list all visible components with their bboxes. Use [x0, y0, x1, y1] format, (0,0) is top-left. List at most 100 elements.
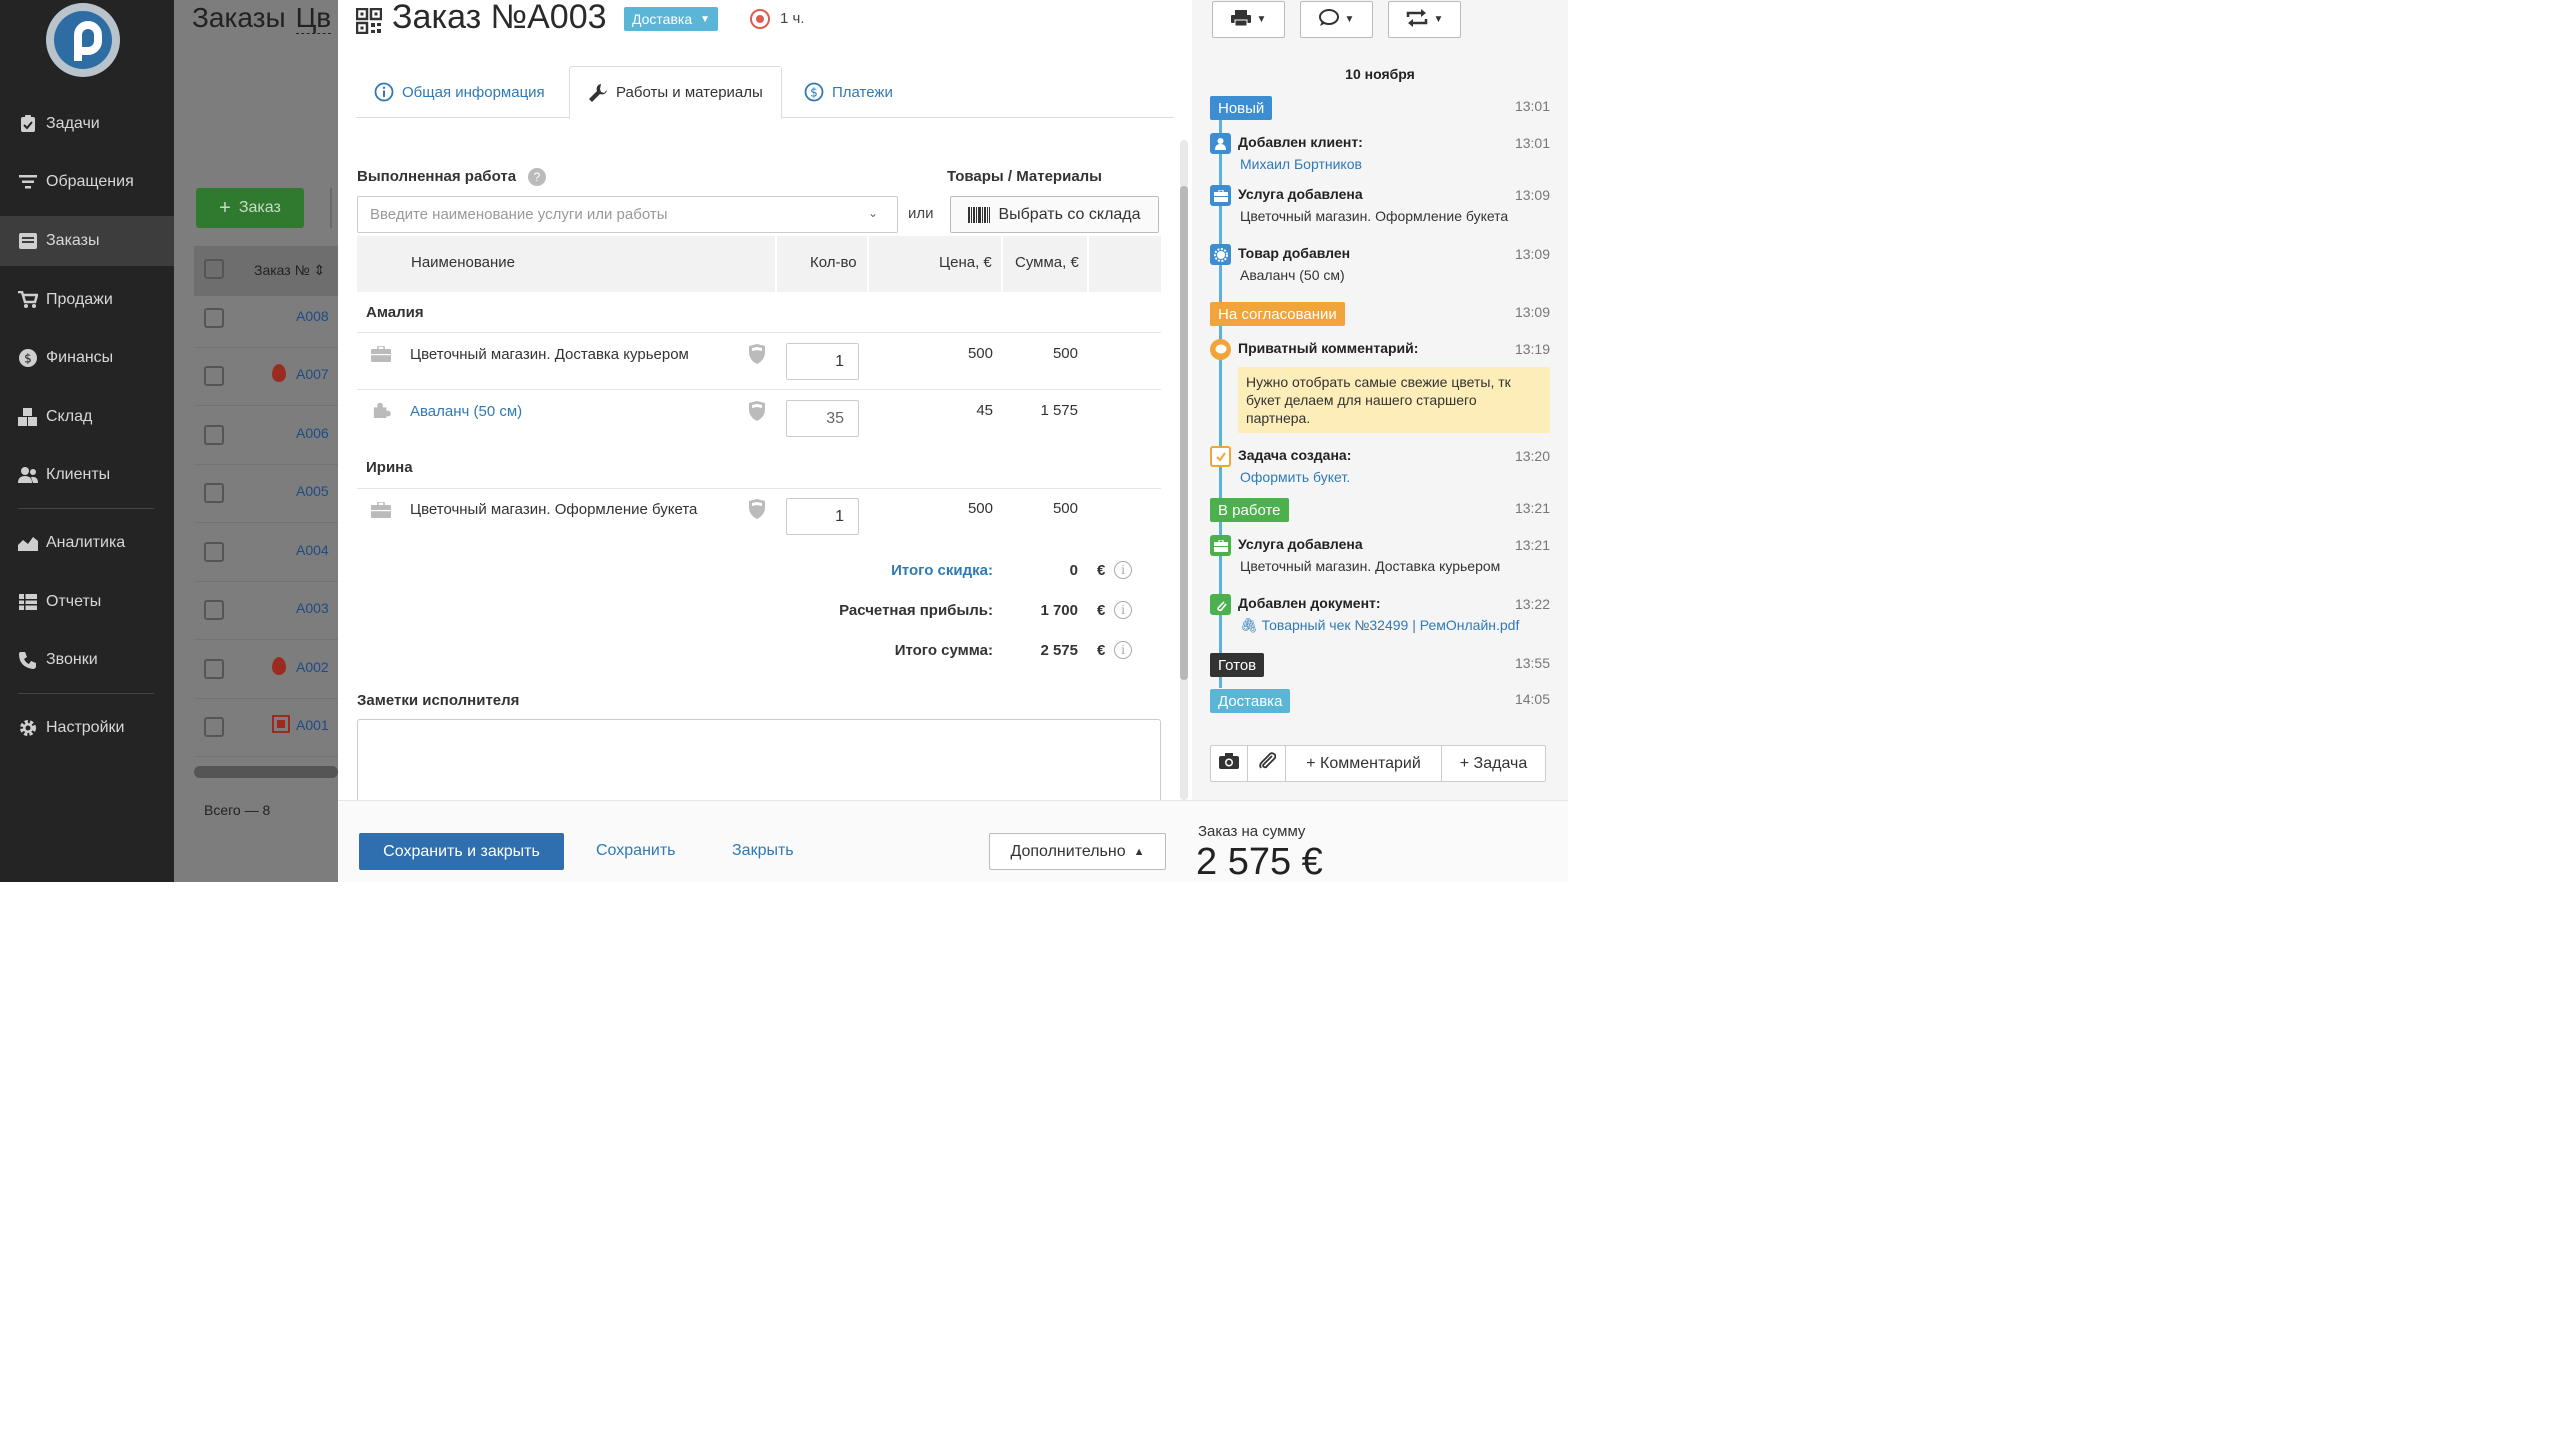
- horizontal-scrollbar[interactable]: [194, 766, 338, 778]
- close-button[interactable]: Закрыть: [732, 842, 794, 860]
- order-title: Заказ №A003: [392, 0, 607, 36]
- info-icon[interactable]: i: [1114, 601, 1132, 619]
- order-number-link[interactable]: A008: [296, 308, 329, 324]
- modal-scrollbar-thumb[interactable]: [1180, 186, 1188, 680]
- table-row[interactable]: A002: [194, 641, 338, 699]
- sidebar-item-label: Звонки: [46, 651, 98, 668]
- table-row[interactable]: A005: [194, 465, 338, 523]
- more-actions-button[interactable]: Дополнительно ▲: [989, 833, 1166, 870]
- document-link[interactable]: 🖇︎ Товарный чек №32499 | РемОнлайн.pdf: [1240, 617, 1519, 634]
- info-icon[interactable]: i: [1114, 561, 1132, 579]
- clipboard-check-icon: [18, 115, 38, 133]
- add-task-button[interactable]: + Задача: [1442, 746, 1545, 781]
- currency-symbol: €: [1097, 642, 1106, 659]
- executor-notes-label: Заметки исполнителя: [357, 692, 520, 709]
- sidebar-item-calls[interactable]: Звонки: [0, 635, 174, 685]
- order-number-link[interactable]: A004: [296, 542, 329, 558]
- tab-general-info[interactable]: Общая информация: [356, 66, 563, 118]
- attach-button[interactable]: [1248, 746, 1286, 781]
- help-icon[interactable]: ?: [528, 168, 546, 186]
- add-comment-button[interactable]: + Комментарий: [1286, 746, 1442, 781]
- message-button[interactable]: ▼: [1300, 1, 1373, 38]
- tab-works-materials[interactable]: Работы и материалы: [569, 66, 782, 119]
- qty-input[interactable]: 1: [786, 343, 859, 380]
- sidebar-item-analytics[interactable]: Аналитика: [0, 518, 174, 568]
- column-header-order-number[interactable]: Заказ № ⇕: [254, 262, 325, 279]
- sidebar-item-requests[interactable]: Обращения: [0, 157, 174, 207]
- transfer-button[interactable]: ▼: [1388, 1, 1461, 38]
- row-checkbox[interactable]: [204, 366, 224, 386]
- client-link[interactable]: Михаил Бортников: [1240, 156, 1362, 172]
- flame-icon: [272, 364, 286, 382]
- camera-button[interactable]: [1211, 746, 1248, 781]
- sidebar-item-finance[interactable]: $ Финансы: [0, 333, 174, 383]
- row-checkbox[interactable]: [204, 659, 224, 679]
- total-discount-label[interactable]: Итого скидка:: [891, 562, 993, 579]
- table-row[interactable]: A007: [194, 348, 338, 406]
- event-subtitle: Цветочный магазин. Оформление букета: [1240, 208, 1509, 224]
- sidebar-item-reports[interactable]: Отчеты: [0, 577, 174, 627]
- table-row[interactable]: A008: [194, 290, 338, 348]
- row-checkbox[interactable]: [204, 542, 224, 562]
- order-header: Заказ №A003 Доставка ▼ 1 ч.: [356, 0, 1186, 44]
- chevron-down-icon: ▼: [1433, 14, 1444, 25]
- sidebar-item-warehouse[interactable]: Склад: [0, 392, 174, 442]
- status-badge-delivery: Доставка: [1210, 689, 1291, 713]
- order-number-link[interactable]: A006: [296, 425, 329, 441]
- task-link[interactable]: Оформить букет.: [1240, 469, 1350, 485]
- order-type-dropdown[interactable]: Доставка ▼: [624, 7, 719, 31]
- info-icon[interactable]: i: [1114, 641, 1132, 659]
- qty-input[interactable]: 35: [786, 400, 859, 437]
- group-title: Амалия: [366, 304, 424, 321]
- table-row[interactable]: A003: [194, 582, 338, 640]
- warranty-shield-icon[interactable]: [748, 344, 766, 364]
- group-title: Ирина: [366, 459, 413, 476]
- add-order-button[interactable]: + Заказ: [196, 188, 304, 228]
- tab-payments[interactable]: $ Платежи: [786, 66, 911, 118]
- table-row[interactable]: A004: [194, 524, 338, 582]
- paperclip-icon: 🖇︎: [1240, 617, 1258, 633]
- select-from-stock-button[interactable]: Выбрать со склада: [950, 196, 1159, 233]
- sidebar-item-settings[interactable]: Настройки: [0, 703, 174, 753]
- chevron-down-icon[interactable]: ⌄: [868, 206, 878, 220]
- printer-icon: [1230, 9, 1251, 30]
- qty-input[interactable]: 1: [786, 498, 859, 535]
- event-time: 13:01: [1514, 135, 1550, 151]
- order-number-link[interactable]: A001: [296, 717, 329, 733]
- sidebar-item-label: Финансы: [46, 349, 114, 366]
- timeline-date: 10 ноября: [1345, 66, 1415, 82]
- total-discount-value: 0: [1069, 562, 1078, 579]
- save-button[interactable]: Сохранить: [596, 842, 676, 860]
- executor-notes-textarea[interactable]: [357, 719, 1161, 809]
- warranty-shield-icon[interactable]: [748, 401, 766, 421]
- save-and-close-button[interactable]: Сохранить и закрыть: [359, 833, 564, 870]
- sidebar-item-clients[interactable]: Клиенты: [0, 450, 174, 500]
- event-subtitle: Аваланч (50 см): [1240, 267, 1345, 283]
- column-header-sum: Сумма, €: [1015, 254, 1079, 271]
- svg-text:$: $: [24, 352, 32, 366]
- total-count: Всего — 8: [204, 802, 271, 818]
- row-checkbox[interactable]: [204, 425, 224, 445]
- puzzle-icon: [373, 402, 391, 418]
- warranty-shield-icon[interactable]: [748, 499, 766, 519]
- select-all-checkbox[interactable]: [204, 259, 224, 279]
- logo[interactable]: [46, 3, 120, 77]
- print-button[interactable]: ▼: [1212, 1, 1285, 38]
- qr-code-icon[interactable]: [356, 8, 382, 34]
- order-number-link[interactable]: A003: [296, 600, 329, 616]
- row-checkbox[interactable]: [204, 483, 224, 503]
- service-search-input[interactable]: [357, 196, 898, 233]
- item-name-link[interactable]: Аваланч (50 см): [410, 401, 522, 422]
- sidebar-item-tasks[interactable]: Задачи: [0, 99, 174, 149]
- sidebar-item-orders[interactable]: Заказы: [0, 216, 174, 266]
- sidebar-item-sales[interactable]: Продажи: [0, 275, 174, 325]
- paperclip-icon: [1210, 594, 1231, 615]
- table-row[interactable]: A006: [194, 407, 338, 465]
- table-row[interactable]: A001: [194, 699, 338, 757]
- row-checkbox[interactable]: [204, 717, 224, 737]
- order-number-link[interactable]: A002: [296, 659, 329, 675]
- row-checkbox[interactable]: [204, 600, 224, 620]
- row-checkbox[interactable]: [204, 308, 224, 328]
- order-number-link[interactable]: A007: [296, 366, 329, 382]
- order-number-link[interactable]: A005: [296, 483, 329, 499]
